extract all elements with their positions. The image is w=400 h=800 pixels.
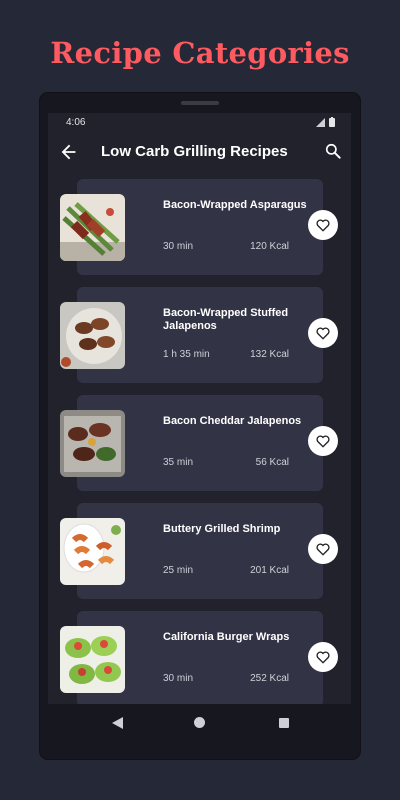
search-icon[interactable] <box>323 141 343 161</box>
favorite-button[interactable] <box>308 426 338 456</box>
system-nav-bar <box>48 704 351 744</box>
status-icons <box>316 117 335 127</box>
favorite-button[interactable] <box>308 534 338 564</box>
recipe-info: Buttery Grilled Shrimp 25 min 201 Kcal <box>77 503 323 599</box>
phone-speaker <box>181 101 219 105</box>
favorite-button[interactable] <box>308 642 338 672</box>
recipe-info: Bacon Cheddar Jalapenos 35 min 56 Kcal <box>77 395 323 491</box>
favorite-button[interactable] <box>308 318 338 348</box>
recipe-calories: 56 Kcal <box>255 457 289 468</box>
recipe-time: 25 min <box>163 565 194 576</box>
recipe-time: 35 min <box>163 457 194 468</box>
heart-outline-icon <box>316 651 330 664</box>
recipe-time: 30 min <box>163 241 194 252</box>
heart-outline-icon <box>316 327 330 340</box>
promo-title: Recipe Categories <box>50 36 350 70</box>
status-bar: 4:06 <box>48 113 351 133</box>
nav-back-icon[interactable] <box>112 717 123 729</box>
heart-outline-icon <box>316 435 330 448</box>
recipe-name: Bacon-Wrapped Asparagus <box>163 199 307 211</box>
page-title: Low Carb Grilling Recipes <box>101 143 288 160</box>
heart-outline-icon <box>316 543 330 556</box>
recipe-info: Bacon-Wrapped Stuffed Jalapenos 1 h 35 m… <box>77 287 323 383</box>
recipe-name: California Burger Wraps <box>163 631 290 643</box>
recipe-calories: 120 Kcal <box>250 241 289 252</box>
favorite-button[interactable] <box>308 210 338 240</box>
recipe-info: California Burger Wraps 30 min 252 Kcal <box>77 611 323 704</box>
recipe-time: 1 h 35 min <box>163 349 210 360</box>
recipe-calories: 201 Kcal <box>250 565 289 576</box>
nav-recents-icon[interactable] <box>279 718 289 728</box>
recipe-info: Bacon-Wrapped Asparagus 30 min 120 Kcal <box>77 179 323 275</box>
app-bar: Low Carb Grilling Recipes <box>48 133 351 173</box>
phone-frame: 4:06 Low Carb Grilling Recipes Bacon-Wra… <box>40 93 360 759</box>
back-arrow-icon[interactable] <box>58 141 80 163</box>
recipe-time: 30 min <box>163 673 194 684</box>
battery-icon <box>329 117 335 127</box>
heart-outline-icon <box>316 219 330 232</box>
recipe-name: Bacon Cheddar Jalapenos <box>163 415 302 427</box>
recipe-name: Bacon-Wrapped Stuffed Jalapenos <box>163 307 289 332</box>
recipe-calories: 252 Kcal <box>250 673 289 684</box>
status-time: 4:06 <box>66 117 86 128</box>
recipe-calories: 132 Kcal <box>250 349 289 360</box>
signal-icon <box>316 117 325 127</box>
recipe-name: Buttery Grilled Shrimp <box>163 523 281 535</box>
nav-home-icon[interactable] <box>194 717 205 728</box>
app-screen: 4:06 Low Carb Grilling Recipes Bacon-Wra… <box>48 113 351 704</box>
